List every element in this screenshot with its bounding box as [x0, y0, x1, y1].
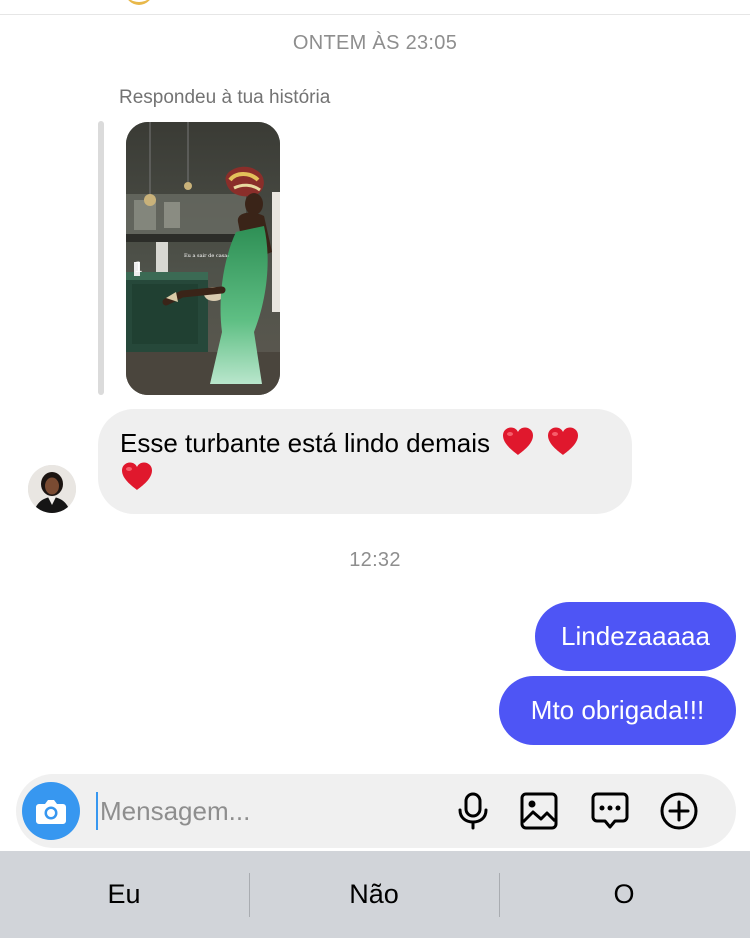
suggestion-o[interactable]: O	[500, 851, 748, 938]
keyboard-suggestion-bar: Eu Não O	[0, 851, 750, 938]
reply-indicator-bar	[98, 121, 104, 395]
incoming-message-bubble[interactable]: Esse turbante está lindo demais	[98, 409, 632, 514]
suggestion-nao[interactable]: Não	[250, 851, 498, 938]
heart-emoji-icon	[503, 427, 534, 455]
message-composer	[16, 774, 736, 848]
heart-emoji-icon	[548, 427, 579, 455]
microphone-icon[interactable]	[453, 791, 493, 831]
message-input[interactable]	[96, 792, 440, 830]
incoming-message-text: Esse turbante está lindo demais	[120, 428, 490, 458]
story-overlay-text: Eu a sair de casa:	[184, 253, 229, 259]
camera-icon	[36, 800, 66, 824]
header-edge	[0, 0, 750, 15]
heart-emoji-icon	[122, 462, 152, 490]
sender-avatar[interactable]	[28, 465, 76, 513]
story-thumbnail[interactable]: Eu a sair de casa: 1	[126, 122, 280, 395]
outgoing-message-bubble[interactable]: Mto obrigada!!!	[499, 676, 736, 745]
timestamp-yesterday: ONTEM ÀS 23:05	[292, 32, 458, 54]
plus-icon[interactable]	[659, 791, 699, 831]
sticker-icon[interactable]	[590, 791, 630, 831]
suggestion-eu[interactable]: Eu	[0, 851, 248, 938]
svg-text:1: 1	[134, 260, 143, 276]
gallery-icon[interactable]	[519, 791, 559, 831]
outgoing-message-bubble[interactable]: Lindezaaaaa	[535, 602, 736, 671]
timestamp-today: 12:32	[349, 549, 401, 571]
camera-button[interactable]	[22, 782, 80, 840]
story-reply-label: Respondeu à tua história	[119, 87, 331, 108]
header-avatar-peek	[125, 0, 153, 5]
